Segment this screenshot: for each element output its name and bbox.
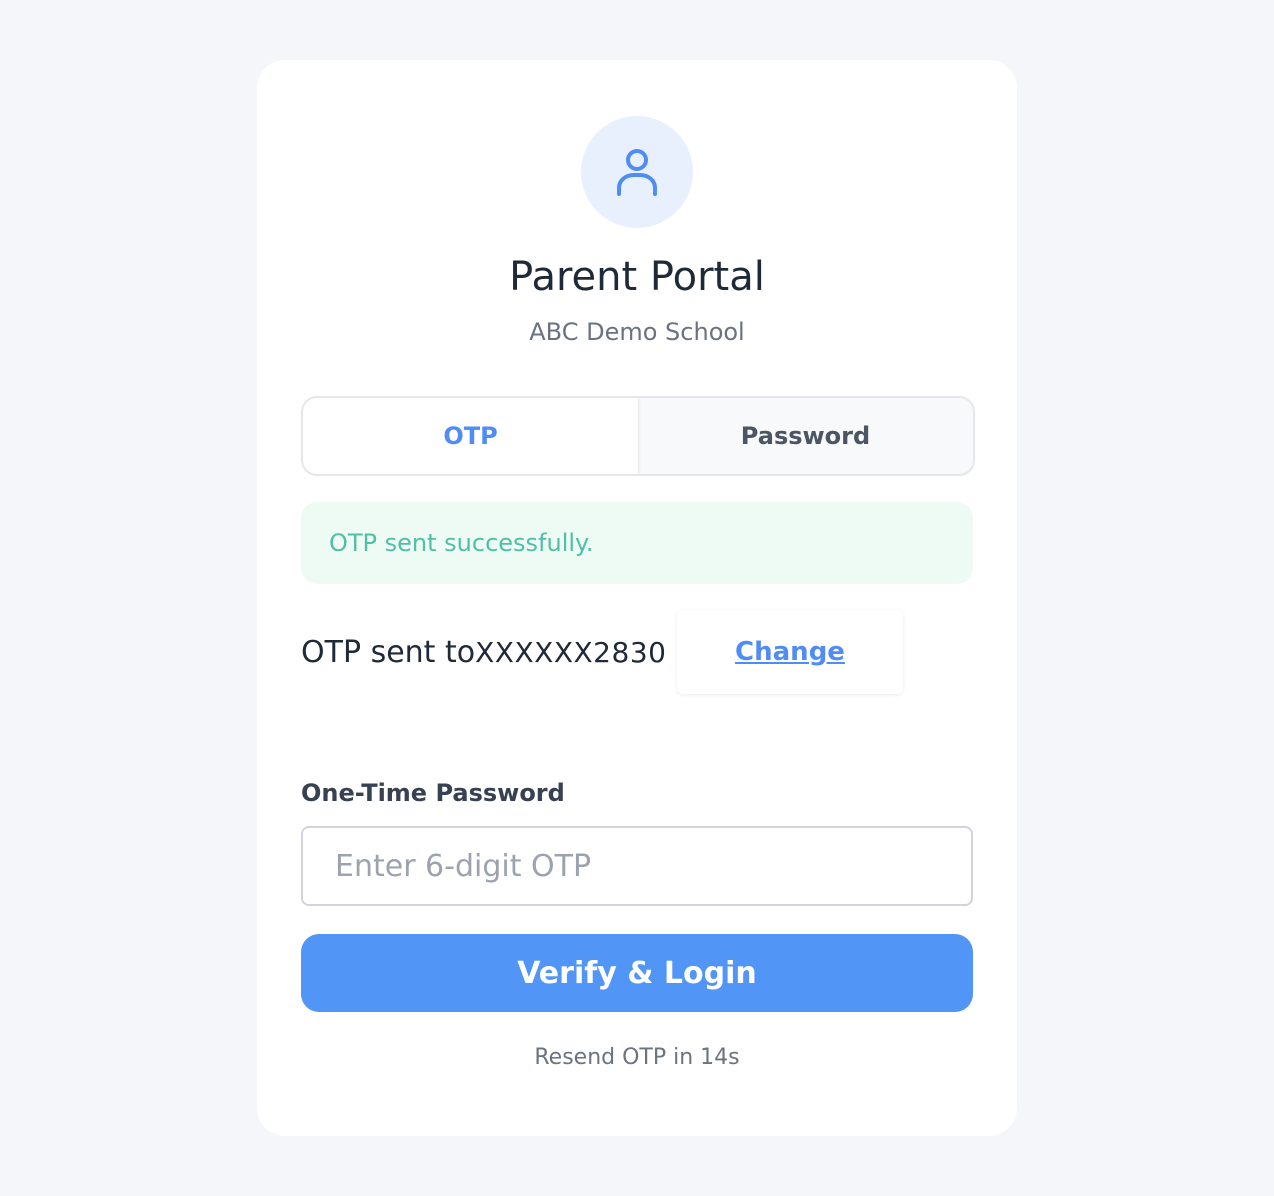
otp-input[interactable]	[301, 826, 973, 906]
page-title: Parent Portal	[509, 254, 765, 300]
avatar	[581, 116, 693, 228]
otp-sent-prefix: OTP sent to	[301, 634, 476, 670]
alert-message: OTP sent successfully.	[329, 529, 594, 557]
otp-sent-info: OTP sent to XXXXXX2830	[301, 610, 666, 694]
tab-password[interactable]: Password	[638, 398, 973, 474]
verify-login-button[interactable]: Verify & Login	[301, 934, 973, 1012]
school-name: ABC Demo School	[529, 318, 745, 346]
login-card: Parent Portal ABC Demo School OTP Passwo…	[257, 60, 1017, 1136]
resend-otp-timer: Resend OTP in 14s	[534, 1045, 740, 1070]
masked-phone-number: XXXXXX2830	[475, 635, 667, 669]
user-icon	[617, 149, 657, 196]
login-method-tabs: OTP Password	[301, 396, 975, 476]
tab-otp[interactable]: OTP	[303, 398, 638, 474]
change-number-link[interactable]: Change	[677, 610, 903, 694]
success-alert: OTP sent successfully.	[301, 502, 973, 584]
otp-field-label: One-Time Password	[301, 779, 565, 807]
